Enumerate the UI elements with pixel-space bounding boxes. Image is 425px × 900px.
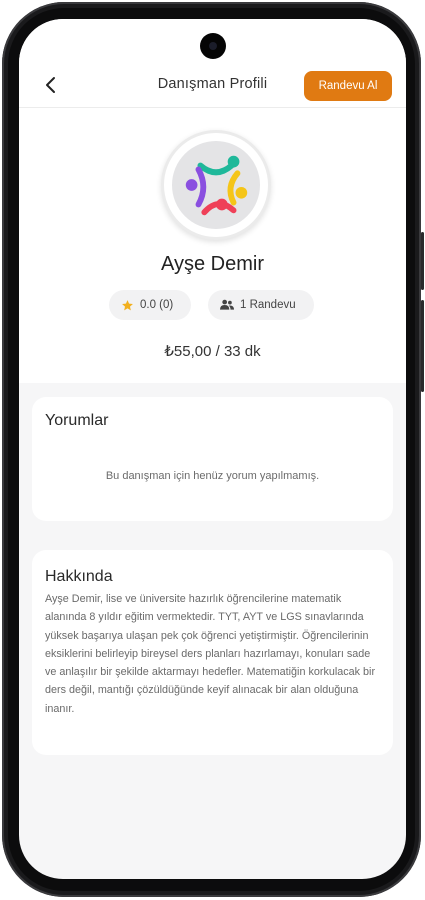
appointments-badge: 1 Randevu [208, 290, 314, 320]
people-icon [220, 299, 234, 310]
side-button-volume [421, 300, 424, 392]
reviews-empty-message: Bu danışman için henüz yorum yapılmamış. [105, 470, 320, 482]
session-price: ₺55,00 / 33 dk [164, 343, 261, 360]
avatar [161, 130, 271, 240]
side-button-power [421, 232, 424, 290]
appointments-count: 1 Randevu [240, 299, 296, 311]
app-screen: Danışman Profili Randevu Al Ayşe Demir 0… [19, 19, 406, 879]
about-title: Hakkında [45, 568, 113, 585]
star-icon [122, 299, 133, 310]
avatar-background [172, 141, 260, 229]
about-text: Ayşe Demir, lise ve üniversite hazırlık … [45, 593, 376, 715]
status-bar [19, 19, 406, 63]
advisor-name: Ayşe Demir [161, 253, 264, 275]
book-appointment-button[interactable]: Randevu Al [304, 71, 392, 101]
reviews-card: Yorumlar Bu danışman için henüz yorum ya… [32, 397, 393, 521]
front-camera [200, 33, 226, 59]
about-card: Hakkında Ayşe Demir, lise ve üniversite … [32, 550, 393, 755]
logo-icon [185, 155, 248, 216]
app-header: Danışman Profili Randevu Al [19, 63, 406, 108]
profile-section: Ayşe Demir 0.0 (0) 1 Randevu ₺55,00 / 33… [19, 108, 406, 383]
rating-badge: 0.0 (0) [109, 290, 191, 320]
rating-value: 0.0 (0) [140, 299, 174, 311]
reviews-title: Yorumlar [45, 412, 109, 429]
